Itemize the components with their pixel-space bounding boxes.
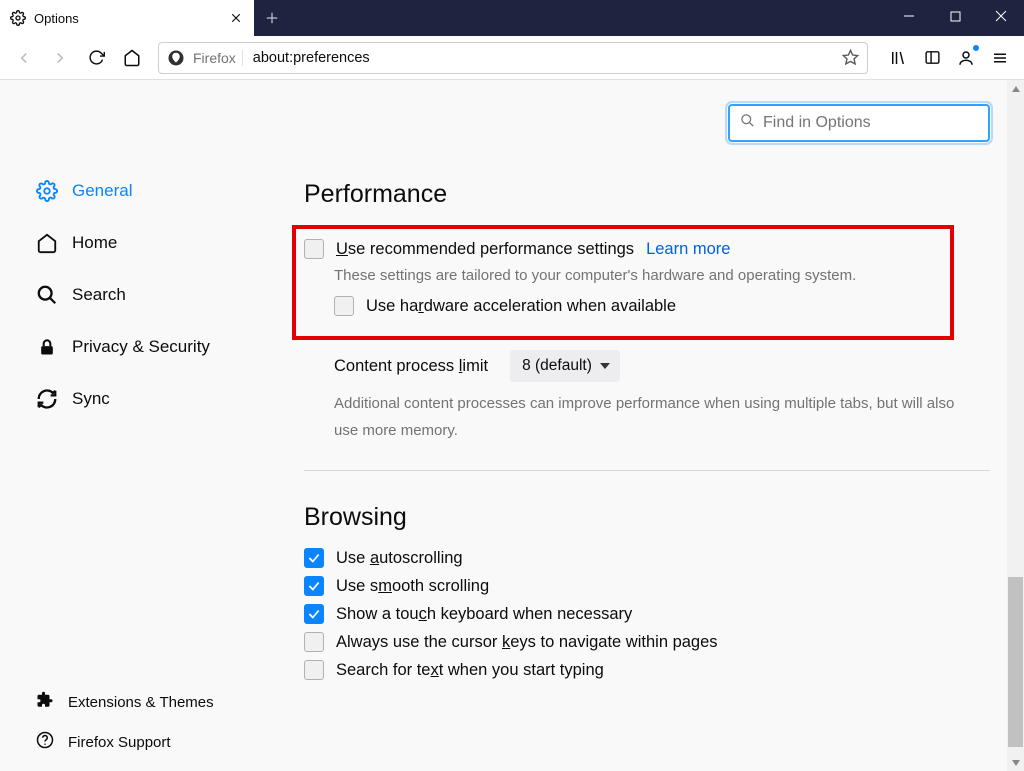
sidebar-item-label: Search xyxy=(72,285,126,305)
smooth-scroll-label: Use smooth scrollingUse smooth scrolling xyxy=(336,577,489,596)
puzzle-icon xyxy=(36,691,54,713)
hw-accel-label: Use hardware acceleration when available… xyxy=(366,297,676,316)
scroll-up-arrow-icon[interactable] xyxy=(1007,80,1024,97)
sidebar-item-search[interactable]: Search xyxy=(18,272,260,318)
checkbox-touch-keyboard[interactable] xyxy=(304,604,324,624)
checkbox-autoscrolling[interactable] xyxy=(304,548,324,568)
reload-button[interactable] xyxy=(80,42,112,74)
scroll-down-arrow-icon[interactable] xyxy=(1007,754,1024,771)
process-limit-label: Content process limitContent process lim… xyxy=(334,357,488,376)
autoscrolling-label: Use autoscrollingUse autoscrolling xyxy=(336,549,463,568)
sidebar-item-label: General xyxy=(72,181,132,201)
process-limit-select[interactable]: 8 (default) xyxy=(510,350,620,382)
sidebar-item-label: Home xyxy=(72,233,117,253)
url-brand-label: Firefox xyxy=(193,50,243,66)
highlighted-region: UUse recommended performance settingsse … xyxy=(292,225,954,340)
recommended-desc: These settings are tailored to your comp… xyxy=(334,267,938,284)
footer-link-label: Firefox Support xyxy=(68,734,171,751)
lock-icon xyxy=(36,336,58,358)
search-input[interactable] xyxy=(763,114,978,132)
find-in-options[interactable] xyxy=(728,104,990,142)
question-icon xyxy=(36,731,54,753)
navigation-toolbar: Firefox about:preferences xyxy=(0,36,1024,80)
search-text-label: Search for text when you start typingSea… xyxy=(336,661,604,680)
gear-icon xyxy=(36,180,58,202)
sidebar-item-home[interactable]: Home xyxy=(18,220,260,266)
new-tab-button[interactable] xyxy=(254,0,290,36)
sidebar-item-label: Sync xyxy=(72,389,110,409)
cursor-keys-label: Always use the cursor keys to navigate w… xyxy=(336,633,718,652)
back-button[interactable] xyxy=(8,42,40,74)
sidebar-button[interactable] xyxy=(916,42,948,74)
notification-dot-icon xyxy=(972,44,980,52)
browsing-heading: Browsing xyxy=(304,503,990,532)
search-icon xyxy=(740,113,755,133)
checkbox-search-text[interactable] xyxy=(304,660,324,680)
firefox-shield-icon xyxy=(159,49,193,67)
url-bar[interactable]: Firefox about:preferences xyxy=(158,42,868,74)
bookmark-star-icon[interactable] xyxy=(833,49,867,66)
home-button[interactable] xyxy=(116,42,148,74)
process-limit-desc: Additional content processes can improve… xyxy=(334,390,974,444)
sidebar-item-privacy[interactable]: Privacy & Security xyxy=(18,324,260,370)
checkbox-hw-accel[interactable] xyxy=(334,296,354,316)
titlebar: Options xyxy=(0,0,1024,36)
checkbox-recommended-perf[interactable] xyxy=(304,239,324,259)
sidebar-footer: Extensions & Themes Firefox Support xyxy=(36,691,214,753)
vertical-scrollbar[interactable] xyxy=(1007,80,1024,771)
menu-button[interactable] xyxy=(984,42,1016,74)
account-button[interactable] xyxy=(950,42,982,74)
support-link[interactable]: Firefox Support xyxy=(36,731,214,753)
tab-title: Options xyxy=(34,11,220,26)
performance-heading: Performance xyxy=(304,180,990,209)
section-divider xyxy=(304,470,990,471)
recommended-perf-label: UUse recommended performance settingsse … xyxy=(336,240,634,259)
learn-more-link[interactable]: Learn more xyxy=(646,240,730,259)
home-icon xyxy=(36,232,58,254)
sync-icon xyxy=(36,388,58,410)
gear-icon xyxy=(10,10,26,26)
checkbox-smooth-scroll[interactable] xyxy=(304,576,324,596)
tab-close-icon[interactable] xyxy=(228,10,244,26)
window-controls xyxy=(886,0,1024,32)
browser-tab[interactable]: Options xyxy=(0,0,254,36)
close-button[interactable] xyxy=(978,0,1024,32)
sidebar-item-label: Privacy & Security xyxy=(72,337,210,357)
extensions-link[interactable]: Extensions & Themes xyxy=(36,691,214,713)
preferences-content: General Home Search Privacy & Security S… xyxy=(0,80,1024,771)
sidebar-item-sync[interactable]: Sync xyxy=(18,376,260,422)
search-icon xyxy=(36,284,58,306)
maximize-button[interactable] xyxy=(932,0,978,32)
footer-link-label: Extensions & Themes xyxy=(68,694,214,711)
scrollbar-thumb[interactable] xyxy=(1008,577,1023,747)
checkbox-cursor-keys[interactable] xyxy=(304,632,324,652)
main-pane: Performance UUse recommended performance… xyxy=(260,80,1024,771)
minimize-button[interactable] xyxy=(886,0,932,32)
touch-keyboard-label: Show a touch keyboard when necessaryShow… xyxy=(336,605,632,624)
scrollbar-track[interactable] xyxy=(1007,97,1024,754)
sidebar-item-general[interactable]: General xyxy=(18,168,260,214)
library-button[interactable] xyxy=(882,42,914,74)
forward-button[interactable] xyxy=(44,42,76,74)
url-text: about:preferences xyxy=(243,50,833,66)
category-sidebar: General Home Search Privacy & Security S… xyxy=(0,80,260,771)
